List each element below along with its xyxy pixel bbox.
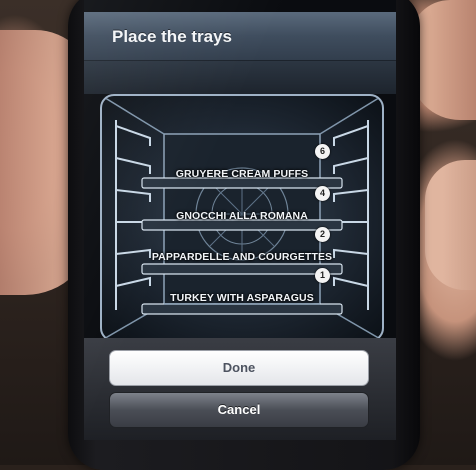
tray-position-badge: 1 bbox=[315, 268, 330, 283]
done-button[interactable]: Done bbox=[109, 350, 369, 386]
tray-label: GRUYERE CREAM PUFFS bbox=[175, 168, 309, 180]
action-sheet: Done Cancel bbox=[84, 338, 396, 440]
tray-label: TURKEY WITH ASPARAGUS bbox=[170, 292, 314, 304]
header-spacer bbox=[84, 61, 396, 94]
navigation-bar: Place the trays bbox=[84, 12, 396, 61]
hand-fingers-right-middle bbox=[425, 160, 476, 290]
page-title: Place the trays bbox=[112, 27, 233, 46]
oven-cavity-view: 6 GRUYERE CREAM PUFFS 4 GNOCCHI ALLA ROM… bbox=[100, 94, 384, 342]
tray-label: GNOCCHI ALLA ROMANA bbox=[176, 210, 308, 222]
cancel-button[interactable]: Cancel bbox=[109, 392, 369, 428]
tray-label: PAPPARDELLE AND COURGETTES bbox=[151, 251, 333, 263]
tray-position-badge: 6 bbox=[315, 144, 330, 159]
tray-position-badge: 2 bbox=[315, 227, 330, 242]
tray-position-badge: 4 bbox=[315, 186, 330, 201]
phone-screen: Place the trays 6 GRUYERE CREAM PUFFS 4 … bbox=[84, 0, 396, 440]
